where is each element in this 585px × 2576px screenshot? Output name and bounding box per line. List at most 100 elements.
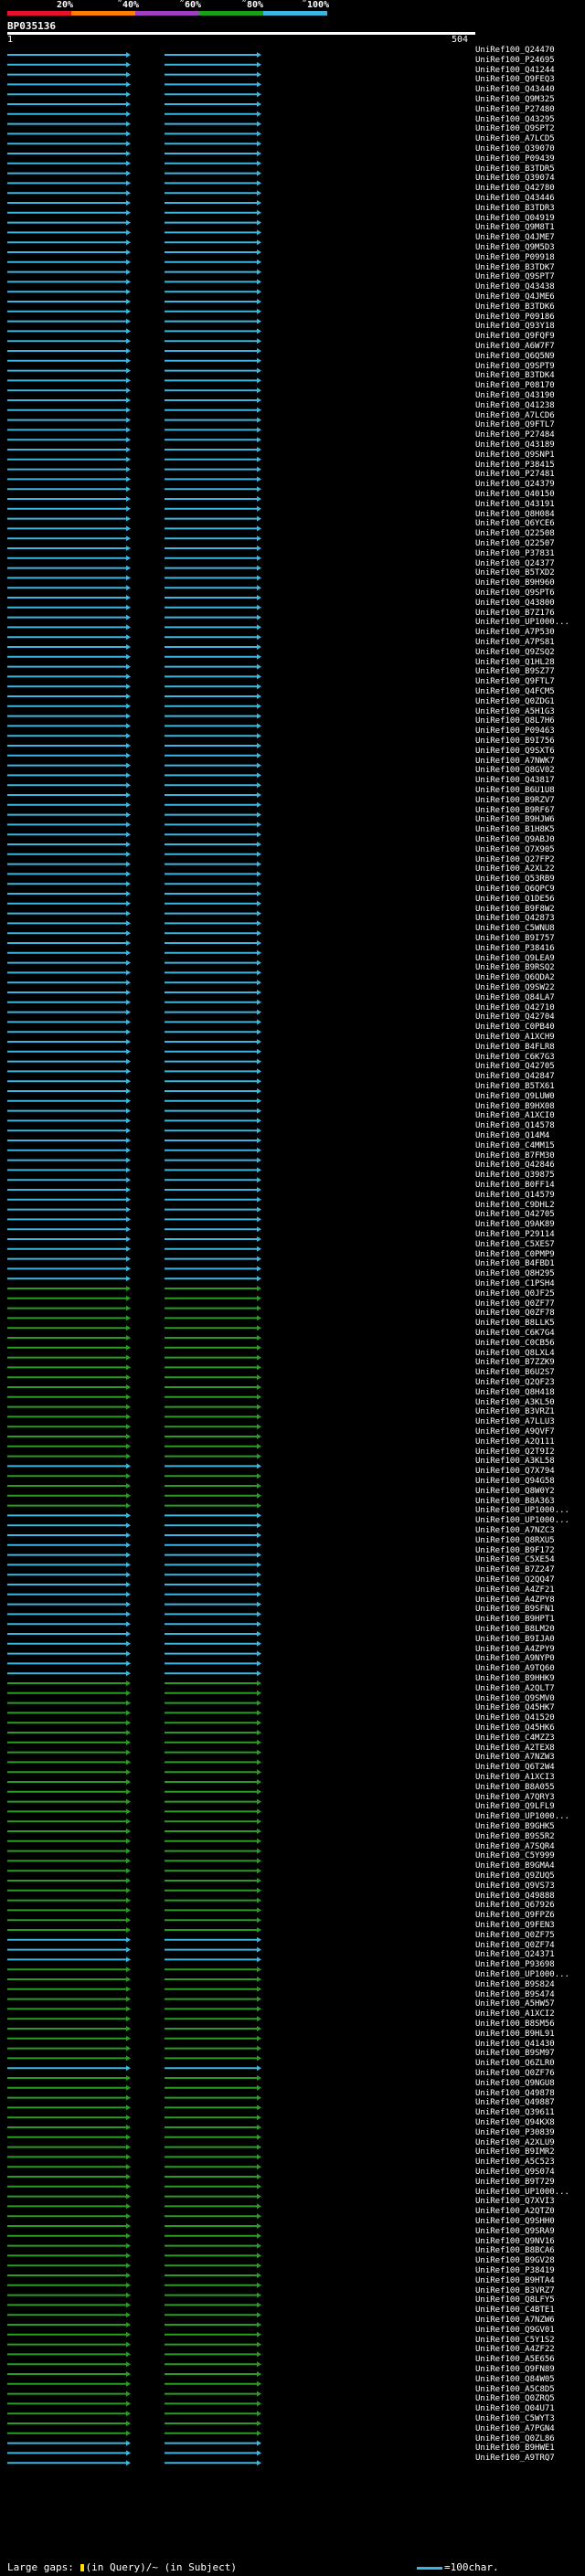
hit-label[interactable]: UniRef100_Q8RXU5: [475, 1536, 555, 1546]
hit-row[interactable]: [7, 328, 261, 334]
hit-row[interactable]: [7, 81, 261, 88]
hit-row[interactable]: [7, 407, 261, 413]
hit-label[interactable]: UniRef100_C5XE54: [475, 1555, 555, 1565]
hit-label[interactable]: UniRef100_B9S824: [475, 1980, 555, 1990]
hit-label[interactable]: UniRef100_Q6ZLR0: [475, 2059, 555, 2069]
hit-row[interactable]: [7, 1650, 261, 1657]
hit-row[interactable]: [7, 279, 261, 285]
hit-label[interactable]: UniRef100_Q0ZF77: [475, 1299, 555, 1309]
hit-row[interactable]: [7, 239, 261, 246]
hit-row[interactable]: [7, 427, 261, 433]
hit-label[interactable]: UniRef100_B1H8K5: [475, 825, 555, 835]
hit-row[interactable]: [7, 515, 261, 522]
hit-label[interactable]: UniRef100_Q39611: [475, 2108, 555, 2118]
hit-label[interactable]: UniRef100_A7NZC3: [475, 1526, 555, 1536]
hit-row[interactable]: [7, 2390, 261, 2397]
hit-label[interactable]: UniRef100_B9SZ77: [475, 667, 555, 677]
hit-label[interactable]: UniRef100_B9I756: [475, 737, 555, 747]
hit-row[interactable]: [7, 1966, 261, 1973]
hit-row[interactable]: [7, 1414, 261, 1420]
hit-row[interactable]: [7, 1404, 261, 1410]
hit-row[interactable]: [7, 1986, 261, 1992]
hit-row[interactable]: [7, 920, 261, 927]
hit-label[interactable]: UniRef100_A5C523: [475, 2157, 555, 2168]
hit-row[interactable]: [7, 940, 261, 946]
hit-label[interactable]: UniRef100_A7NZW6: [475, 2316, 555, 2326]
hit-row[interactable]: [7, 190, 261, 196]
hit-row[interactable]: [7, 2292, 261, 2298]
hit-row[interactable]: [7, 2134, 261, 2140]
hit-row[interactable]: [7, 2263, 261, 2269]
hit-label[interactable]: UniRef100_C5WYT3: [475, 2414, 555, 2424]
hit-label[interactable]: UniRef100_Q24470: [475, 46, 555, 56]
hit-row[interactable]: [7, 624, 261, 631]
hit-label[interactable]: UniRef100_Q93Y18: [475, 322, 555, 332]
hit-row[interactable]: [7, 1128, 261, 1134]
hit-row[interactable]: [7, 881, 261, 887]
hit-row[interactable]: [7, 1473, 261, 1479]
hit-row[interactable]: [7, 1039, 261, 1044]
hit-row[interactable]: [7, 476, 261, 482]
hit-label[interactable]: UniRef100_Q9M8T1: [475, 223, 555, 233]
hit-label[interactable]: UniRef100_UP1000...: [475, 618, 569, 628]
hit-label[interactable]: UniRef100_Q41238: [475, 401, 555, 411]
hit-label[interactable]: UniRef100_B4FLR8: [475, 1043, 555, 1053]
hit-label[interactable]: UniRef100_Q0ZF76: [475, 2069, 555, 2079]
hit-label[interactable]: UniRef100_A7LCD5: [475, 134, 555, 144]
hit-label[interactable]: UniRef100_Q0ZDG1: [475, 697, 555, 707]
hit-row[interactable]: [7, 2401, 261, 2407]
hit-label[interactable]: UniRef100_Q43440: [475, 85, 555, 95]
hit-label[interactable]: UniRef100_B9HPT1: [475, 1615, 555, 1625]
hit-label[interactable]: UniRef100_Q7XVI3: [475, 2197, 555, 2207]
hit-row[interactable]: [7, 1029, 261, 1035]
hit-label[interactable]: UniRef100_Q9SXT6: [475, 747, 555, 757]
hit-row[interactable]: [7, 2104, 261, 2111]
hit-label[interactable]: UniRef100_Q8H295: [475, 1269, 555, 1279]
hit-label[interactable]: UniRef100_Q4FCM5: [475, 687, 555, 697]
hit-row[interactable]: [7, 299, 261, 304]
hit-label[interactable]: UniRef100_B9GMA4: [475, 1861, 555, 1871]
hit-row[interactable]: [7, 1631, 261, 1637]
hit-row[interactable]: [7, 209, 261, 216]
hit-label[interactable]: UniRef100_A2XLU9: [475, 2138, 555, 2148]
hit-row[interactable]: [7, 822, 261, 828]
hit-row[interactable]: [7, 851, 261, 857]
hit-label[interactable]: UniRef100_Q42704: [475, 1012, 555, 1023]
hit-label[interactable]: UniRef100_Q41430: [475, 2040, 555, 2050]
hit-label[interactable]: UniRef100_A1XCH9: [475, 1033, 555, 1043]
hit-label[interactable]: UniRef100_UP1000...: [475, 1516, 569, 1526]
hit-label[interactable]: UniRef100_P38419: [475, 2266, 555, 2276]
hit-label[interactable]: UniRef100_Q9LEA9: [475, 954, 555, 964]
hit-row[interactable]: [7, 1177, 261, 1183]
hit-label[interactable]: UniRef100_Q9FN89: [475, 2365, 555, 2375]
hit-row[interactable]: [7, 1266, 261, 1272]
hit-row[interactable]: [7, 387, 261, 394]
hit-label[interactable]: UniRef100_Q2QQ47: [475, 1575, 555, 1585]
hit-label[interactable]: UniRef100_Q9SW22: [475, 983, 555, 993]
hit-row[interactable]: [7, 1956, 261, 1963]
hit-row[interactable]: [7, 723, 261, 729]
hit-row[interactable]: [7, 2450, 261, 2456]
hit-label[interactable]: UniRef100_Q45HK7: [475, 1703, 555, 1713]
hit-label[interactable]: UniRef100_B0FF14: [475, 1181, 555, 1191]
hit-row[interactable]: [7, 437, 261, 443]
hit-label[interactable]: UniRef100_B8A055: [475, 1783, 555, 1793]
hit-label[interactable]: UniRef100_P09439: [475, 154, 555, 164]
hit-row[interactable]: [7, 1887, 261, 1893]
hit-row[interactable]: [7, 1344, 261, 1351]
hit-row[interactable]: [7, 52, 261, 58]
hit-row[interactable]: [7, 801, 261, 808]
hit-label[interactable]: UniRef100_Q9LFL9: [475, 1802, 555, 1812]
hit-row[interactable]: [7, 2084, 261, 2091]
hit-row[interactable]: [7, 1502, 261, 1509]
hit-label[interactable]: UniRef100_A6W7F7: [475, 342, 555, 352]
hit-label[interactable]: UniRef100_A7PGN4: [475, 2424, 555, 2434]
hit-label[interactable]: UniRef100_Q22507: [475, 539, 555, 549]
hit-label[interactable]: UniRef100_Q14M4: [475, 1131, 549, 1141]
hit-label[interactable]: UniRef100_A5E656: [475, 2355, 555, 2365]
hit-row[interactable]: [7, 447, 261, 452]
hit-label[interactable]: UniRef100_Q8LFY5: [475, 2295, 555, 2306]
hit-row[interactable]: [7, 782, 261, 789]
hit-row[interactable]: [7, 2361, 261, 2368]
hit-row[interactable]: [7, 2421, 261, 2426]
